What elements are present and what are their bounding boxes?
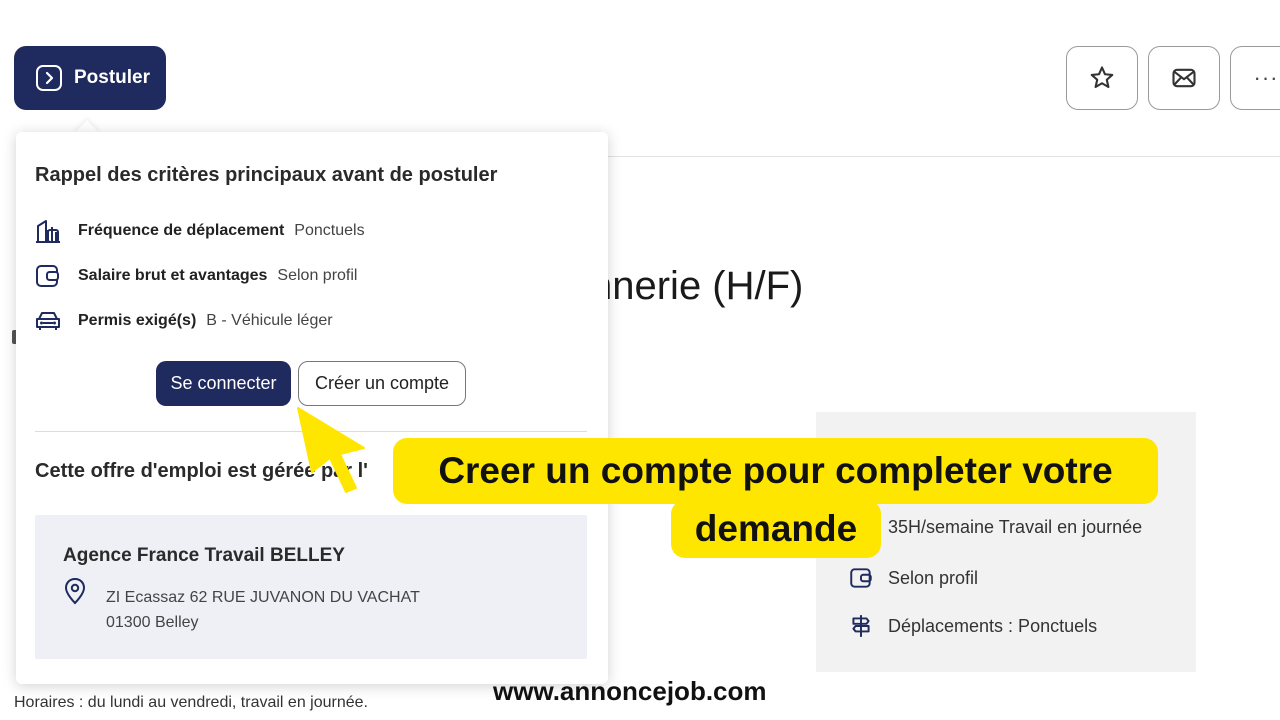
- schedule-row: 35H/semaine Travail en journée: [888, 517, 1142, 538]
- address-line-1: ZI Ecassaz 62 RUE JUVANON DU VACHAT: [106, 589, 420, 606]
- building-chart-icon: [34, 218, 64, 244]
- more-icon: ···: [1253, 65, 1279, 90]
- criterion-value: Selon profil: [277, 267, 358, 284]
- agency-address: ZI Ecassaz 62 RUE JUVANON DU VACHAT 0130…: [106, 585, 420, 635]
- travel-text: Déplacements : Ponctuels: [888, 615, 1098, 636]
- agency-card: Agence France Travail BELLEY ZI Ecassaz …: [35, 515, 587, 659]
- criterion-label: Permis exigé(s): [78, 312, 197, 329]
- location-pin-icon: [63, 577, 87, 610]
- chevron-right-icon: [36, 65, 62, 91]
- criterion-travel: Fréquence de déplacement Ponctuels: [34, 218, 365, 244]
- mail-icon: [1172, 68, 1196, 88]
- instruction-callout-line2: demande: [671, 500, 881, 558]
- car-icon: [34, 308, 64, 334]
- working-hours: Horaires : du lundi au vendredi, travail…: [14, 694, 368, 711]
- salary-row: Selon profil: [848, 565, 978, 591]
- schedule-text: 35H/semaine Travail en journée: [888, 517, 1143, 537]
- travel-row: Déplacements : Ponctuels: [848, 613, 1097, 639]
- header-divider: [608, 156, 1280, 157]
- criterion-license: Permis exigé(s) B - Véhicule léger: [34, 308, 333, 334]
- wallet-icon: [34, 263, 64, 289]
- apply-button-label: Postuler: [74, 67, 151, 88]
- site-watermark: www.annoncejob.com: [493, 676, 767, 706]
- criterion-label: Fréquence de déplacement: [78, 222, 285, 239]
- apply-button[interactable]: Postuler: [14, 46, 166, 110]
- login-button[interactable]: Se connecter: [156, 361, 291, 406]
- address-line-2: 01300 Belley: [106, 614, 199, 631]
- criterion-label: Salaire brut et avantages: [78, 267, 268, 284]
- create-account-button[interactable]: Créer un compte: [298, 361, 466, 406]
- salary-text: Selon profil: [888, 567, 979, 588]
- popover-heading: Rappel des critères principaux avant de …: [35, 164, 498, 186]
- criterion-value: Ponctuels: [294, 222, 365, 239]
- page: Postuler ··· nnerie (H/F) 35H/semaine Tr…: [0, 0, 1280, 720]
- instruction-callout: Creer un compte pour completer votre: [393, 438, 1158, 504]
- criterion-value: B - Véhicule léger: [206, 312, 333, 329]
- agency-name: Agence France Travail BELLEY: [63, 545, 345, 566]
- wallet-icon: [850, 568, 872, 588]
- star-icon: [1090, 66, 1114, 89]
- criterion-salary: Salaire brut et avantages Selon profil: [34, 263, 357, 289]
- pointer-arrow-icon: [297, 407, 365, 493]
- favorite-button[interactable]: [1066, 46, 1138, 110]
- job-title: nnerie (H/F): [590, 264, 804, 308]
- signpost-icon: [852, 615, 870, 637]
- email-button[interactable]: [1148, 46, 1220, 110]
- more-options-button[interactable]: ···: [1230, 46, 1280, 110]
